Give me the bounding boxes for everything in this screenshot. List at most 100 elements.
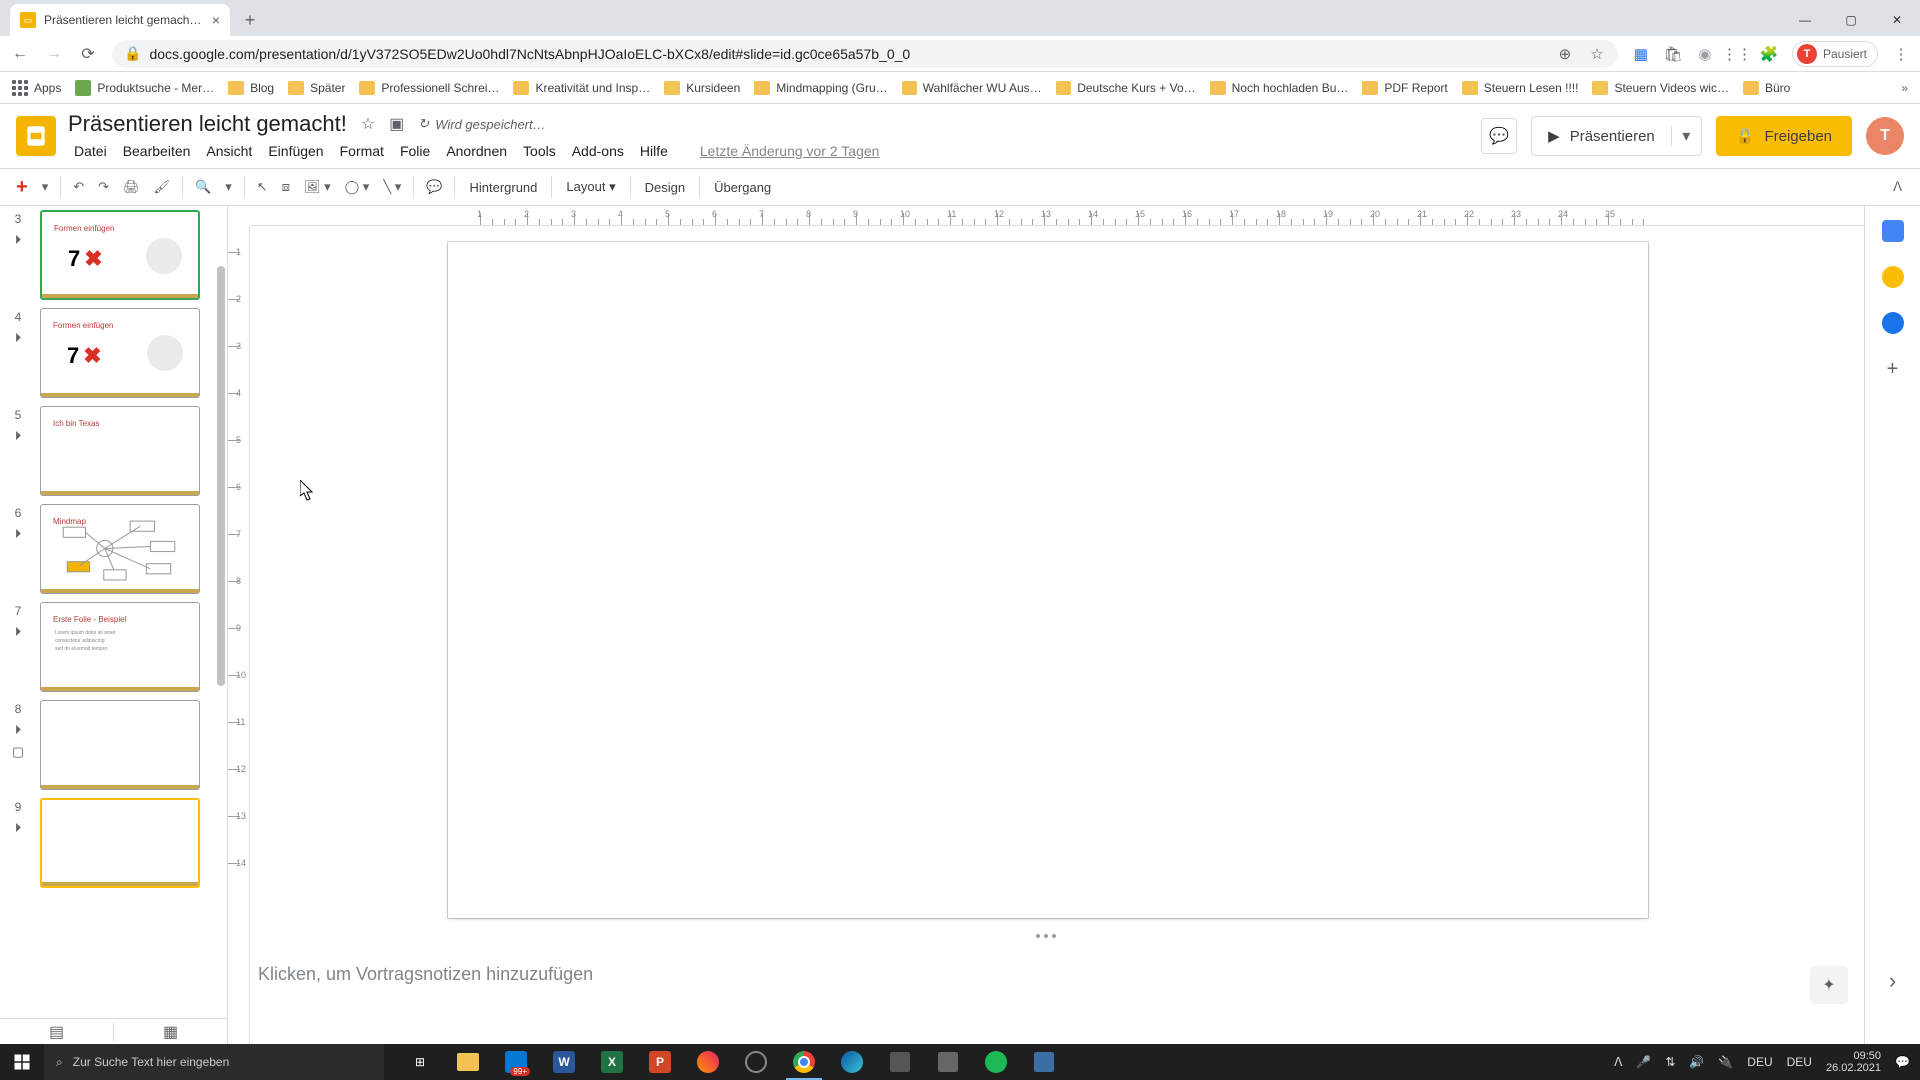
menu-folie[interactable]: Folie <box>394 141 436 161</box>
apps-shortcut[interactable]: Apps <box>12 80 61 96</box>
bookmark-item[interactable]: Steuern Lesen !!!! <box>1462 81 1579 95</box>
menu-addons[interactable]: Add-ons <box>566 141 630 161</box>
shape-tool[interactable]: ◯ ▾ <box>339 175 376 199</box>
slide-thumbnail[interactable]: Erste Folie - BeispielLorem ipsum dolor … <box>40 602 200 692</box>
menu-bearbeiten[interactable]: Bearbeiten <box>117 141 197 161</box>
taskview-icon[interactable]: ⊞ <box>396 1044 444 1080</box>
line-tool[interactable]: ╲ ▾ <box>377 175 407 199</box>
app-icon[interactable] <box>924 1044 972 1080</box>
mic-icon[interactable]: 🎤 <box>1636 1055 1651 1069</box>
paint-format-button[interactable]: 🖌 <box>148 175 177 199</box>
keyboard-indicator[interactable]: DEU <box>1787 1055 1812 1069</box>
tasks-icon[interactable] <box>1882 312 1904 334</box>
app-icon[interactable] <box>876 1044 924 1080</box>
menu-icon[interactable]: ⋮ <box>1892 45 1910 63</box>
last-change-link[interactable]: Letzte Änderung vor 2 Tagen <box>694 141 886 161</box>
qr-icon[interactable]: ▦ <box>1632 45 1650 63</box>
menu-ansicht[interactable]: Ansicht <box>200 141 258 161</box>
menu-einfuegen[interactable]: Einfügen <box>262 141 329 161</box>
lang-indicator[interactable]: DEU <box>1747 1055 1772 1069</box>
filmstrip-view-button[interactable]: ▤ <box>0 1022 114 1042</box>
tray-chevron-icon[interactable]: ᐱ <box>1614 1055 1622 1069</box>
comments-button[interactable]: 💬 <box>1481 118 1517 154</box>
maximize-button[interactable]: ▢ <box>1828 4 1874 36</box>
extensions-icon[interactable]: 🧩 <box>1760 45 1778 63</box>
forward-button[interactable]: → <box>44 44 64 64</box>
ext2-icon[interactable]: ◉ <box>1696 45 1714 63</box>
select-tool[interactable]: ↖ <box>251 175 274 199</box>
app-icon[interactable] <box>732 1044 780 1080</box>
image-tool[interactable]: 🖼 ▾ <box>298 175 337 199</box>
slide-thumbnail[interactable]: Formen einfügen7✖ <box>40 210 200 300</box>
mail-icon[interactable]: 99+ <box>492 1044 540 1080</box>
slides-logo[interactable] <box>16 116 56 156</box>
excel-icon[interactable]: X <box>588 1044 636 1080</box>
slide-thumbnail[interactable] <box>40 798 200 888</box>
comment-tool[interactable]: 💬 <box>420 175 448 199</box>
bookmark-item[interactable]: Büro <box>1743 81 1790 95</box>
new-tab-button[interactable]: + <box>236 6 264 34</box>
edge-icon[interactable] <box>828 1044 876 1080</box>
bookmark-item[interactable]: Blog <box>228 81 274 95</box>
bookmark-item[interactable]: Steuern Videos wic… <box>1592 81 1729 95</box>
notifications-icon[interactable]: 💬 <box>1895 1055 1910 1069</box>
bookmark-item[interactable]: Produktsuche - Mer… <box>75 80 214 96</box>
account-avatar[interactable]: T <box>1866 117 1904 155</box>
collapse-toolbar-icon[interactable]: ᐱ <box>1885 175 1910 199</box>
next-slide-arrow[interactable]: › <box>1889 968 1896 994</box>
bookmarks-overflow-icon[interactable]: » <box>1901 81 1908 95</box>
address-bar[interactable]: 🔒 docs.google.com/presentation/d/1yV372S… <box>112 40 1618 68</box>
bookmark-item[interactable]: Professionell Schrei… <box>359 81 499 95</box>
bookmark-item[interactable]: Wahlfächer WU Aus… <box>902 81 1042 95</box>
transition-button[interactable]: Übergang <box>706 176 779 199</box>
filmstrip-scrollbar[interactable] <box>217 206 225 1018</box>
print-button[interactable]: 🖨 <box>117 175 146 199</box>
add-addon-button[interactable]: + <box>1887 358 1899 381</box>
slide-canvas[interactable] <box>448 242 1648 918</box>
app-icon[interactable] <box>1020 1044 1068 1080</box>
explorer-icon[interactable] <box>444 1044 492 1080</box>
close-window-button[interactable]: ✕ <box>1874 4 1920 36</box>
background-button[interactable]: Hintergrund <box>461 176 545 199</box>
undo-button[interactable]: ↶ <box>67 175 90 199</box>
layout-button[interactable]: Layout ▾ <box>558 175 623 199</box>
tab-close-icon[interactable]: × <box>212 12 220 28</box>
word-icon[interactable]: W <box>540 1044 588 1080</box>
calendar-icon[interactable] <box>1882 220 1904 242</box>
present-dropdown[interactable]: ▾ <box>1671 126 1701 146</box>
menu-datei[interactable]: Datei <box>68 141 113 161</box>
present-button[interactable]: ▶Präsentieren ▾ <box>1531 116 1702 156</box>
bookmark-item[interactable]: Noch hochladen Bu… <box>1210 81 1349 95</box>
bookmark-item[interactable]: Kreativität und Insp… <box>513 81 650 95</box>
start-button[interactable] <box>0 1044 44 1080</box>
star-icon[interactable]: ☆ <box>1588 45 1606 63</box>
app-icon[interactable] <box>684 1044 732 1080</box>
notes-resize-handle[interactable] <box>1036 934 1056 938</box>
new-slide-button[interactable]: + <box>10 172 34 203</box>
grid-view-button[interactable]: ▦ <box>114 1022 227 1042</box>
ext1-icon[interactable]: 🛍 <box>1664 45 1682 63</box>
back-button[interactable]: ← <box>10 44 30 64</box>
bookmark-item[interactable]: Später <box>288 81 345 95</box>
explore-button[interactable]: ✦ <box>1810 966 1848 1004</box>
reload-button[interactable]: ⟳ <box>78 44 98 64</box>
taskbar-search[interactable]: ⌕Zur Suche Text hier eingeben <box>44 1044 384 1080</box>
slide-thumbnail[interactable]: Mindmap <box>40 504 200 594</box>
new-slide-dropdown[interactable]: ▾ <box>36 175 55 199</box>
spotify-icon[interactable] <box>972 1044 1020 1080</box>
bookmark-item[interactable]: Deutsche Kurs + Vo… <box>1056 81 1196 95</box>
wifi-icon[interactable]: ⇅ <box>1665 1055 1675 1069</box>
design-button[interactable]: Design <box>637 176 693 199</box>
browser-tab[interactable]: ▭ Präsentieren leicht gemacht! - G… × <box>10 4 230 36</box>
share-button[interactable]: 🔒Freigeben <box>1716 116 1852 156</box>
zoom-icon[interactable]: ⊕ <box>1556 45 1574 63</box>
menu-tools[interactable]: Tools <box>517 141 562 161</box>
slide-thumbnail[interactable]: Ich bin Texas <box>40 406 200 496</box>
ext3-icon[interactable]: ⋮⋮ <box>1728 45 1746 63</box>
speaker-notes[interactable]: Klicken, um Vortragsnotizen hinzuzufügen <box>258 944 1834 1004</box>
volume-icon[interactable]: 🔊 <box>1689 1055 1704 1069</box>
move-icon[interactable]: ▣ <box>389 114 404 134</box>
textbox-tool[interactable]: ⧈ <box>276 175 296 199</box>
menu-anordnen[interactable]: Anordnen <box>440 141 513 161</box>
bookmark-item[interactable]: Mindmapping (Gru… <box>754 81 887 95</box>
